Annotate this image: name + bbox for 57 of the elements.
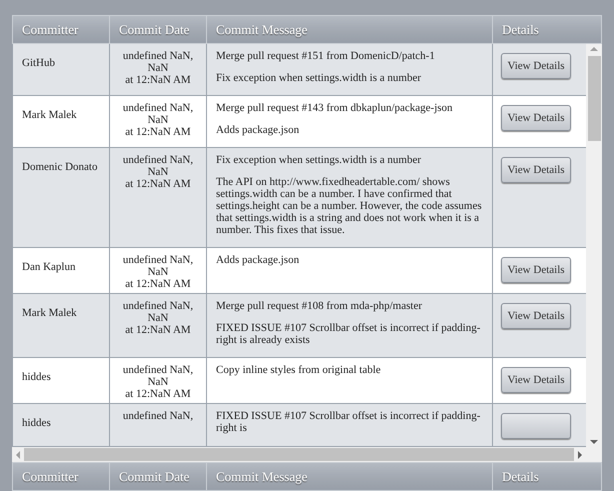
committer-name: Mark Malek (22, 109, 77, 121)
column-footer: Commit Message (216, 466, 308, 486)
column-footer: Commit Date (119, 466, 190, 486)
commit-message: Copy inline styles from original table (216, 364, 382, 376)
committer-name: GitHub (22, 57, 55, 69)
scroll-up-icon[interactable] (590, 47, 598, 51)
view-details-button[interactable] (501, 413, 571, 439)
committer-name: Domenic Donato (22, 161, 98, 173)
commit-date: NaN (148, 312, 168, 324)
commit-message: Fix exception when settings.width is a number (216, 154, 422, 166)
commit-date: at 12:NaN AM (125, 388, 191, 400)
commit-date: undefined NaN, (122, 364, 194, 376)
view-details-button[interactable]: View Details (501, 303, 571, 330)
view-details-button[interactable]: View Details (501, 257, 571, 284)
commit-date: NaN (148, 266, 168, 278)
committer-name: Mark Malek (22, 307, 77, 319)
commit-message: Merge pull request #108 from mda-php/master (216, 300, 423, 312)
commit-message: Merge pull request #143 from dbkaplun/package-json (216, 102, 454, 114)
committer-name: hiddes (22, 417, 51, 429)
column-header: Committer (22, 20, 78, 39)
commit-date: at 12:NaN AM (125, 324, 191, 336)
view-details-button[interactable]: View Details (501, 367, 571, 394)
column-header: Details (502, 20, 539, 39)
commit-date: NaN (148, 62, 168, 74)
view-details-button[interactable]: View Details (501, 105, 571, 132)
commit-date: undefined NaN, (122, 254, 194, 266)
commit-date: undefined NaN, (122, 300, 194, 312)
horizontal-scrollbar[interactable] (12, 447, 586, 462)
column-header: Commit Message (216, 20, 308, 39)
column-footer: Details (502, 466, 539, 486)
commit-message: The API on http://www.fixedheadertable.com/ shows settings.width can be a number. I have confirmed that settings.height can be a number. However, the code assumes that settings.width is a string and does not work when it is a number. This fixes that issue. (216, 176, 483, 236)
commit-date: NaN (148, 166, 168, 178)
commit-date: at 12:NaN AM (125, 178, 191, 190)
commit-message: Adds package.json (216, 124, 300, 136)
commit-message: Merge pull request #151 from DomenicD/patch-1 (216, 50, 436, 62)
commit-date: undefined NaN, (122, 102, 194, 114)
commit-date: at 12:NaN AM (125, 278, 191, 290)
vertical-scrollbar[interactable] (586, 44, 602, 447)
commit-message: Adds package.json (216, 254, 300, 266)
commit-date: at 12:NaN AM (125, 126, 191, 138)
scrollbar-thumb[interactable] (588, 56, 600, 141)
commit-date: at 12:NaN AM (125, 74, 191, 86)
commit-date: undefined NaN, (122, 410, 194, 422)
commit-message: Fix exception when settings.width is a number (216, 72, 422, 84)
commit-date: undefined NaN, (122, 154, 194, 166)
column-footer: Committer (22, 466, 78, 486)
commit-date: undefined NaN, (122, 50, 194, 62)
committer-name: Dan Kaplun (22, 261, 76, 273)
commit-date: NaN (148, 114, 168, 126)
column-header: Commit Date (119, 20, 190, 39)
commit-message: FIXED ISSUE #107 Scrollbar offset is incorrect if padding-right is (216, 410, 482, 434)
committer-name: hiddes (22, 371, 51, 383)
commit-date: NaN (148, 376, 168, 388)
commit-message: FIXED ISSUE #107 Scrollbar offset is incorrect if padding-right is already exists (216, 322, 482, 346)
scrollbar-thumb[interactable] (24, 448, 574, 461)
view-details-button[interactable]: View Details (501, 53, 571, 80)
view-details-button[interactable]: View Details (501, 157, 571, 184)
